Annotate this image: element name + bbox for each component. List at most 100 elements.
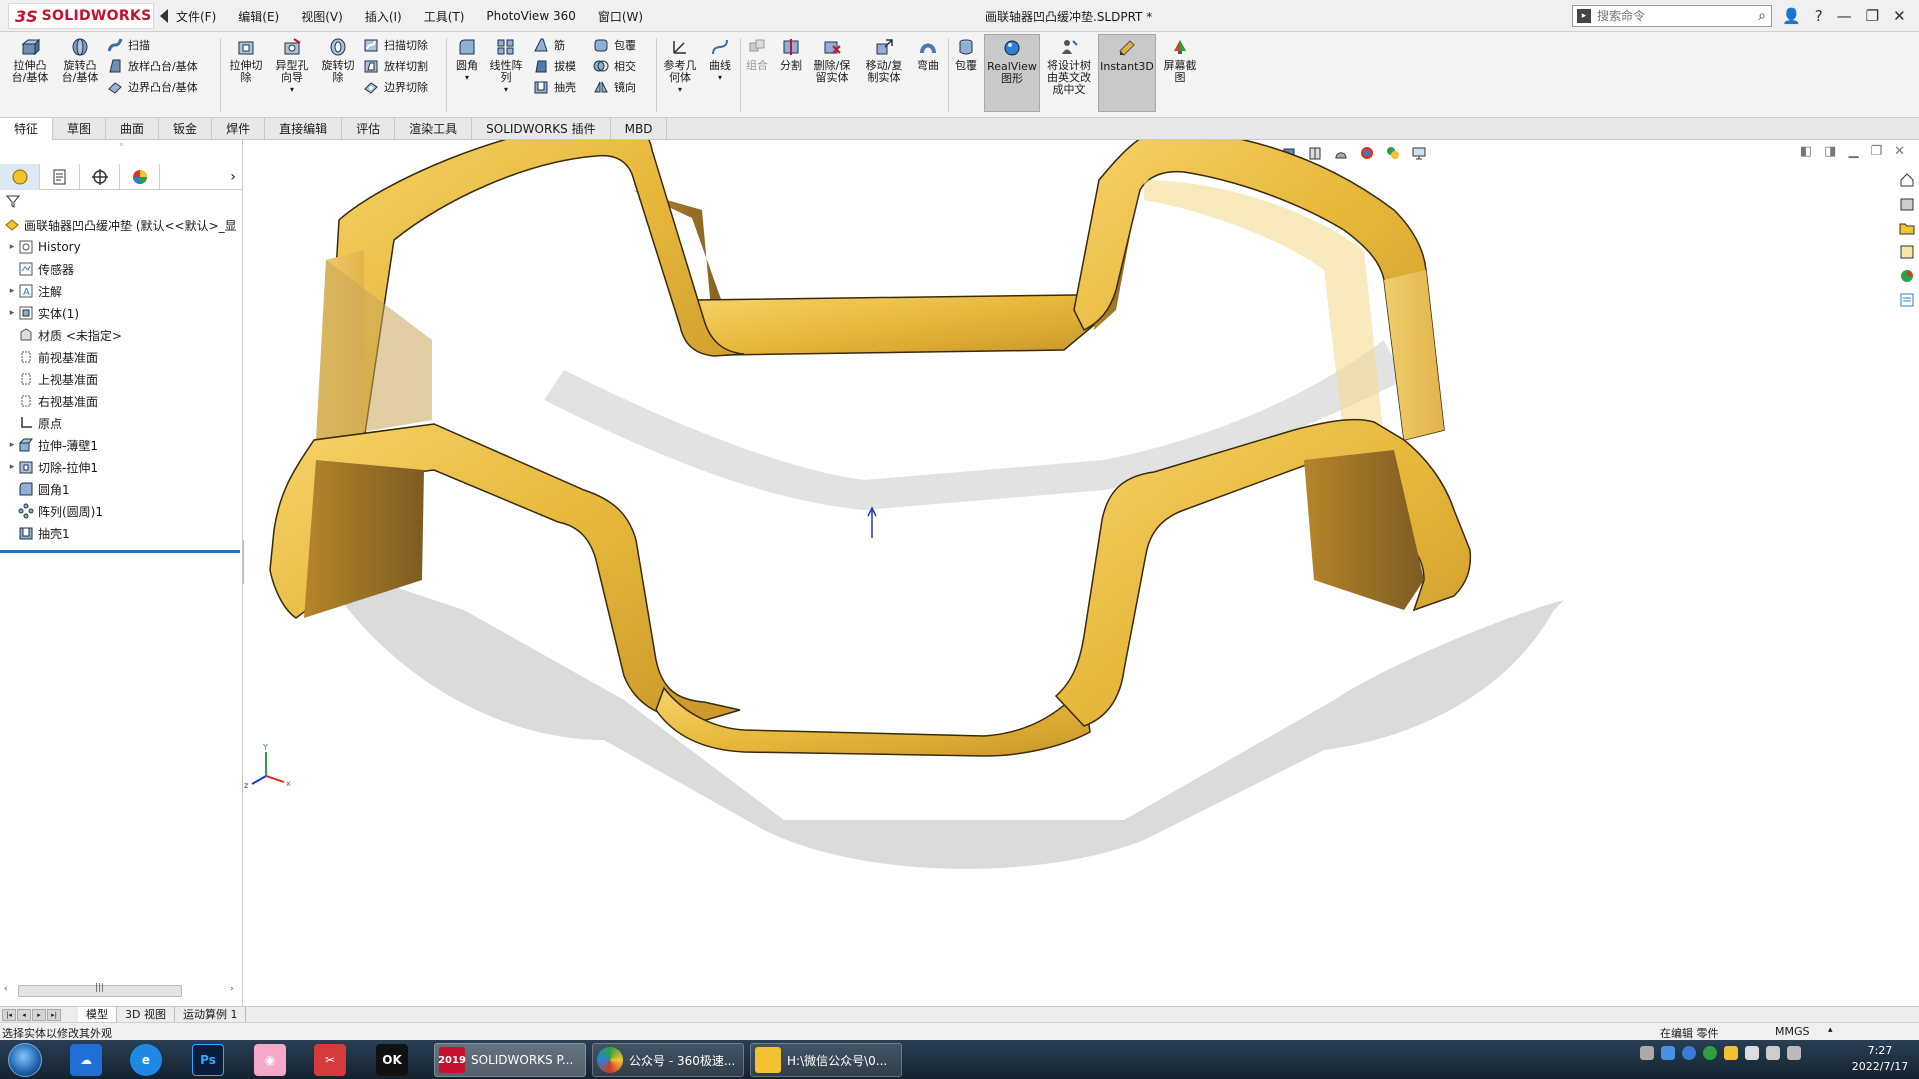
tab-surfaces[interactable]: 曲面 [106,118,160,140]
photoshop-icon[interactable]: Ps [192,1044,224,1076]
fillet-button[interactable]: 圆角 ▾ [450,36,484,84]
delete-keep-body-button[interactable]: 删除/保 留实体 [810,36,854,84]
tray-display-icon[interactable] [1766,1046,1780,1060]
scissors-app-icon[interactable]: ✂ [314,1044,346,1076]
menu-window[interactable]: 窗口(W) [598,8,643,25]
fillet-dropdown-icon[interactable]: ▾ [465,72,469,84]
solidworks-logo[interactable]: 3S SOLIDWORKS [8,3,154,29]
revolve-boss-button[interactable]: 旋转凸 台/基体 [58,36,102,84]
tree-item[interactable]: 阵列(圆周)1 [0,500,243,522]
loft-boss-button[interactable]: 放样凸台/基体 [106,57,198,75]
ok-app-icon[interactable]: OK [376,1044,408,1076]
tray-volume-icon[interactable] [1745,1046,1759,1060]
expand-arrow-icon[interactable]: ▸ [6,440,18,450]
tab-motion-study-1[interactable]: 运动算例 1 [175,1006,247,1023]
tab-weldments[interactable]: 焊件 [212,118,266,140]
realview-graphics-button[interactable]: RealView 图形 [984,34,1040,112]
menu-tools[interactable]: 工具(T) [424,8,465,25]
tree-item[interactable]: 圆角1 [0,478,243,500]
tray-flag-icon[interactable] [1787,1046,1801,1060]
model-3d-coupling-cushion[interactable] [244,140,1919,1006]
intersect-button[interactable]: 相交 [592,57,636,75]
property-manager-tab[interactable] [40,164,80,190]
tray-security-icon[interactable] [1703,1046,1717,1060]
sweep-button[interactable]: 扫描 [106,36,150,54]
configuration-manager-tab[interactable] [80,164,120,190]
menu-file[interactable]: 文件(F) [176,8,216,25]
search-icon[interactable]: ⌕ [1758,8,1766,24]
expand-arrow-icon[interactable]: ▸ [6,462,18,472]
tree-item[interactable]: 抽壳1 [0,522,243,544]
tree-item[interactable]: 上视基准面 [0,368,243,390]
image-app-icon[interactable]: ◉ [254,1044,286,1076]
wrap-button[interactable]: 包覆 [950,36,982,72]
unit-system-selector[interactable]: MMGS [1775,1025,1810,1038]
search-commands-box[interactable]: ▸ ⌕ [1572,5,1772,27]
browser-icon[interactable]: e [130,1044,162,1076]
restore-window-icon[interactable]: ❐ [1866,7,1879,25]
tab-scroll-last-icon[interactable]: ▸| [47,1008,61,1021]
reference-geometry-dropdown-icon[interactable]: ▾ [678,84,682,96]
tree-item[interactable]: ▸ 拉伸-薄壁1 [0,434,243,456]
tree-item[interactable]: ▸ History [0,236,243,258]
search-input[interactable] [1597,9,1737,23]
tree-item[interactable]: 原点 [0,412,243,434]
hole-wizard-dropdown-icon[interactable]: ▾ [290,84,294,96]
tray-plus-icon[interactable] [1724,1046,1738,1060]
menu-edit[interactable]: 编辑(E) [238,8,279,25]
tree-root-part[interactable]: 画联轴器凹凸缓冲垫 (默认<<默认>_显 [0,214,243,236]
system-clock[interactable]: 7:27 2022/7/17 [1850,1043,1910,1075]
scroll-right-arrow-icon[interactable]: › [230,984,234,994]
tree-item[interactable]: 右视基准面 [0,390,243,412]
menu-view[interactable]: 视图(V) [301,8,343,25]
scroll-left-arrow-icon[interactable]: ‹ [4,984,8,994]
panel-more-arrow-icon[interactable]: › [223,164,243,189]
tree-item[interactable]: ▸ 切除-拉伸1 [0,456,243,478]
menu-insert[interactable]: 插入(I) [365,8,402,25]
lofted-cut-button[interactable]: 放样切割 [362,57,428,75]
swept-cut-button[interactable]: 扫描切除 [362,36,428,54]
linear-pattern-dropdown-icon[interactable]: ▾ [504,84,508,96]
tab-model[interactable]: 模型 [78,1006,117,1023]
rib-button[interactable]: 筋 [532,36,565,54]
tree-item[interactable]: 前视基准面 [0,346,243,368]
tab-render-tools[interactable]: 渲染工具 [395,118,473,140]
menu-photoview[interactable]: PhotoView 360 [486,9,575,23]
task-file-explorer[interactable]: H:\微信公众号\0... [750,1043,902,1077]
user-icon[interactable]: 👤 [1782,7,1801,25]
extruded-cut-button[interactable]: 拉伸切 除 [224,36,268,84]
expand-arrow-icon[interactable]: ▸ [6,242,18,252]
translate-tree-button[interactable]: 将设计树 由英文改 成中文 [1042,36,1096,96]
tray-keyboard-icon[interactable] [1640,1046,1654,1060]
shell-button[interactable]: 抽壳 [532,78,576,96]
tab-3d-views[interactable]: 3D 视图 [117,1006,175,1023]
tab-direct-editing[interactable]: 直接编辑 [265,118,343,140]
move-copy-body-button[interactable]: 移动/复 制实体 [862,36,906,84]
panel-grip[interactable]: ◦ [0,140,243,154]
help-icon[interactable]: ? [1815,7,1823,25]
graphics-area[interactable]: ◧ ◨ ▁ ❐ ✕ Y x z [244,140,1919,1006]
menu-collapse-arrow-icon[interactable] [160,9,168,23]
minimize-window-icon[interactable]: — [1837,7,1852,25]
task-solidworks[interactable]: 2019 SOLIDWORKS P... [434,1043,586,1077]
expand-arrow-icon[interactable]: ▸ [6,308,18,318]
baidu-netdisk-icon[interactable]: ☁ [70,1044,102,1076]
curves-dropdown-icon[interactable]: ▾ [718,72,722,84]
tree-item[interactable]: ▸ A 注解 [0,280,243,302]
draft-button[interactable]: 拔模 [532,57,576,75]
tray-k-icon[interactable] [1682,1046,1696,1060]
tab-features[interactable]: 特征 [0,118,54,140]
tab-solidworks-addins[interactable]: SOLIDWORKS 插件 [472,118,611,140]
extrude-boss-button[interactable]: 拉伸凸 台/基体 [8,36,52,84]
tab-scroll-first-icon[interactable]: |◂ [2,1008,16,1021]
tab-evaluate[interactable]: 评估 [342,118,396,140]
boundary-boss-button[interactable]: 边界凸台/基体 [106,78,198,96]
tab-scroll-next-icon[interactable]: ▸ [32,1008,46,1021]
curves-button[interactable]: 曲线 ▾ [702,36,738,84]
hole-wizard-button[interactable]: 异型孔 向导 ▾ [270,36,314,96]
tab-sheet-metal[interactable]: 钣金 [159,118,213,140]
flex-button[interactable]: 弯曲 [912,36,944,72]
filter-icon[interactable] [5,194,21,211]
linear-pattern-button[interactable]: 线性阵 列 ▾ [486,36,526,96]
combine-button[interactable]: 组合 [742,36,772,72]
